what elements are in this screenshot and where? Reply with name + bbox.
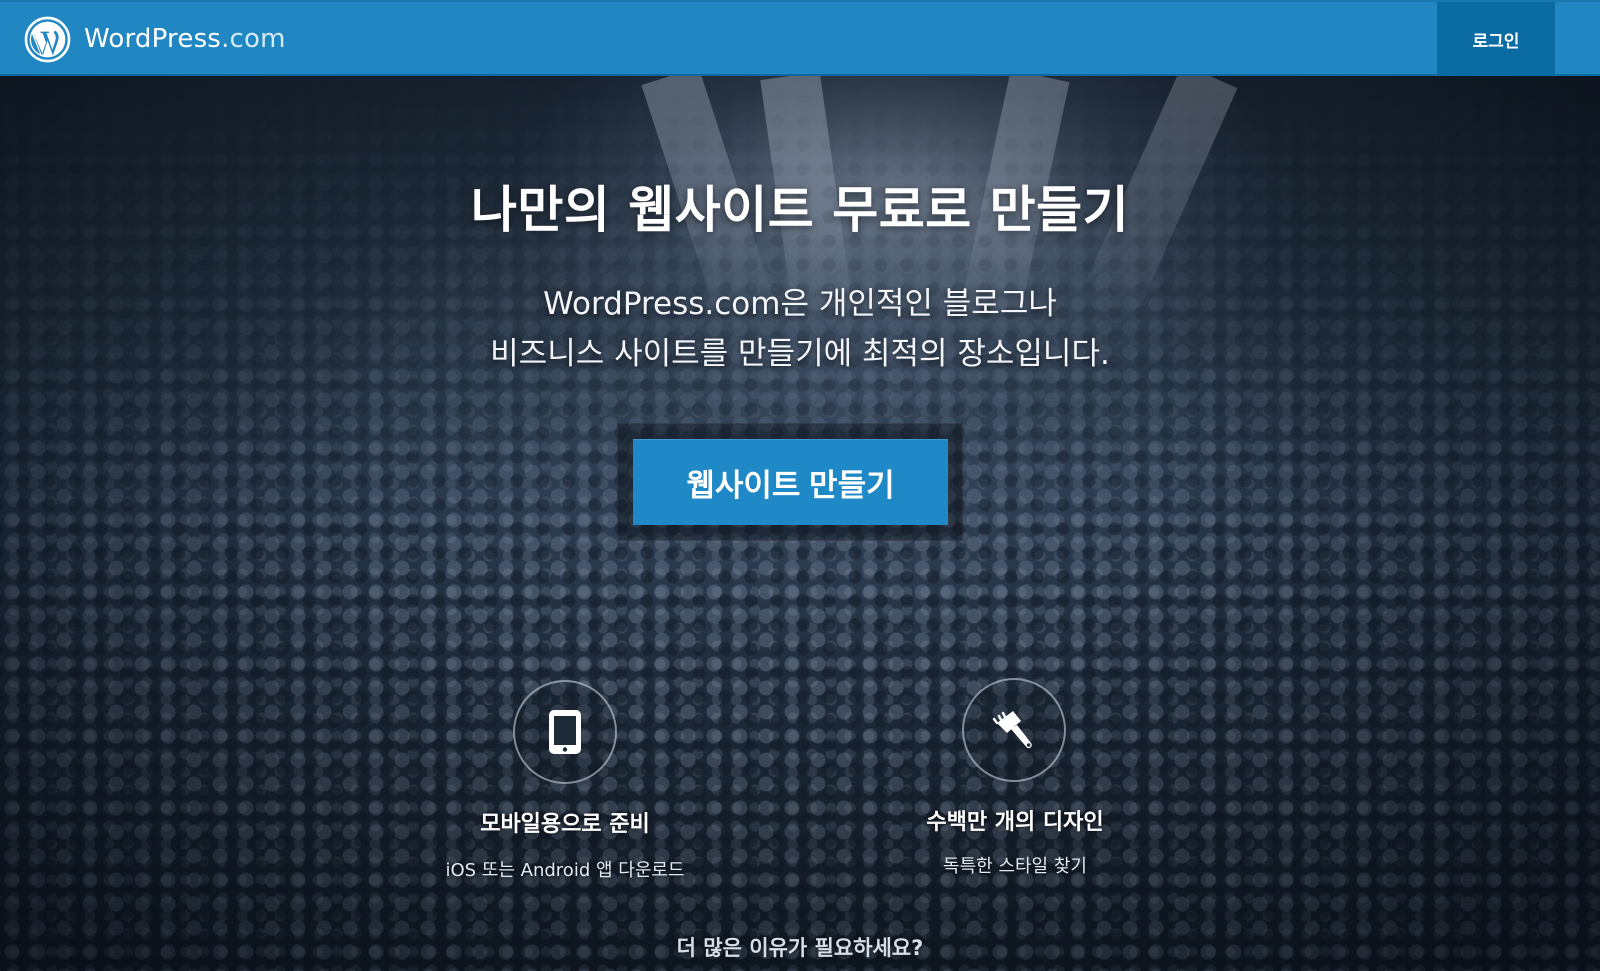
more-reasons-link[interactable]: 더 많은 이유가 필요하세요? [0,932,1600,962]
create-website-button[interactable]: 웹사이트 만들기 [633,439,948,525]
login-button[interactable]: 로그인 [1437,2,1555,76]
mobile-icon [549,710,581,754]
top-navbar: WordPress.com 로그인 [0,0,1600,76]
feature-mobile-title: 모바일용으로 준비 [480,812,650,837]
hero-headline: 나만의 웹사이트 무료로 만들기 [470,181,1130,239]
wordpress-home-link[interactable]: WordPress.com [24,16,286,62]
feature-design-subtitle[interactable]: 독특한 스타일 찾기 [850,852,1180,878]
hero-subtitle-line-2: 비즈니스 사이트를 만들기에 최적의 장소입니다. [490,336,1110,372]
feature-mobile-subtitle[interactable]: iOS 또는 Android 앱 다운로드 [400,856,730,882]
wordpress-logo-icon [24,16,71,62]
paintbrush-icon [992,711,1032,749]
brand-name: WordPress.com [84,24,286,54]
feature-design-circle [962,678,1066,782]
hero-subtitle-line-1: WordPress.com은 개인적인 블로그나 [543,286,1057,322]
feature-mobile-circle [513,680,617,784]
feature-design-title: 수백만 개의 디자인 [926,810,1104,835]
